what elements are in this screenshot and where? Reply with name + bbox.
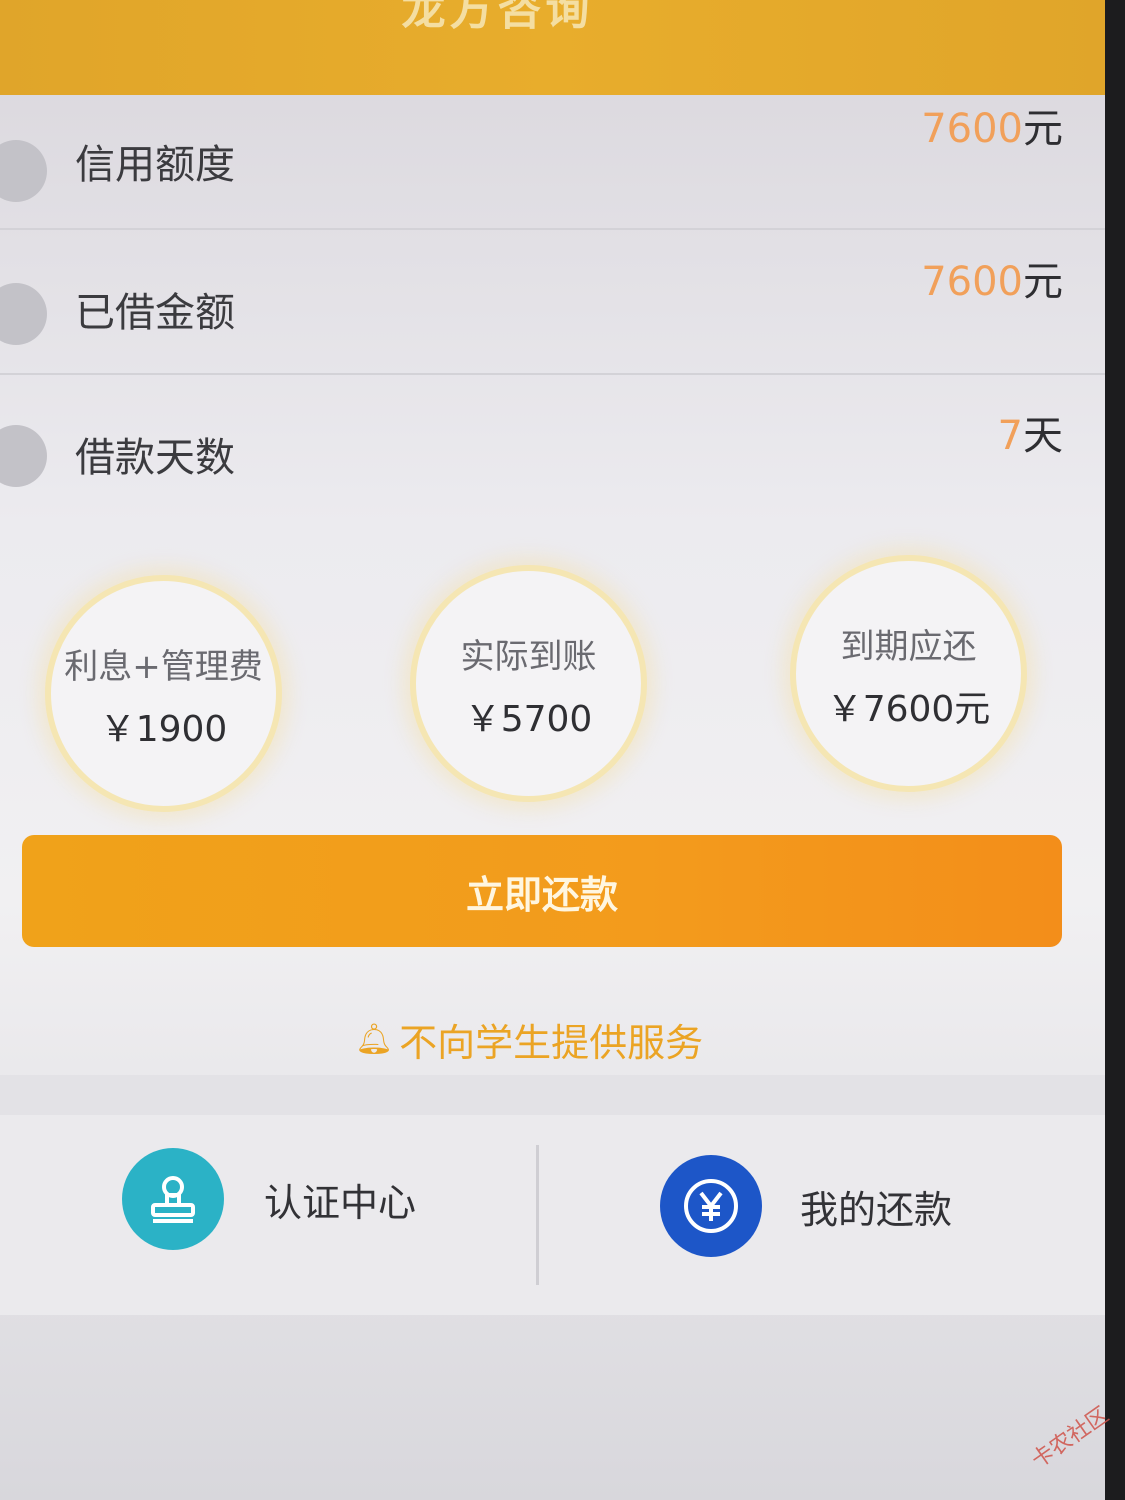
- yen-icon: [660, 1155, 762, 1257]
- due-amount-value: ￥7600元: [826, 689, 991, 730]
- actual-received-circle: 实际到账 ￥5700: [410, 565, 647, 802]
- borrowed-amount-value: 7600元: [921, 259, 1063, 305]
- borrowed-amount-label: 已借金额: [75, 290, 235, 336]
- credit-limit-label: 信用额度: [75, 142, 235, 188]
- actual-received-title: 实际到账: [460, 637, 597, 677]
- credit-icon: [0, 140, 47, 202]
- loan-days-row: 借款天数 7天: [0, 375, 1105, 525]
- interest-fee-circle: 利息+管理费 ￥1900: [45, 575, 282, 812]
- due-amount-circle: 到期应还 ￥7600元: [790, 555, 1027, 792]
- borrowed-icon: [0, 283, 47, 345]
- verification-center-button[interactable]: 认证中心: [122, 1148, 416, 1250]
- borrowed-amount-row: 已借金额 7600元: [0, 225, 1105, 375]
- interest-fee-value: ￥1900: [99, 709, 228, 750]
- student-notice: 🔔︎ 不向学生提供服务: [355, 1012, 703, 1067]
- verification-center-label: 认证中心: [264, 1180, 417, 1225]
- credit-limit-value: 7600元: [921, 106, 1063, 152]
- actual-received-value: ￥5700: [464, 699, 593, 740]
- interest-fee-title: 利息+管理费: [64, 647, 263, 687]
- watermark: 卡农社区: [1027, 1402, 1114, 1474]
- repay-now-button[interactable]: 立即还款: [22, 835, 1062, 947]
- panel-divider: [536, 1145, 539, 1285]
- bell-icon: 🔔︎: [355, 1022, 394, 1057]
- header-title: 龙方咨询: [401, 0, 594, 35]
- due-amount-title: 到期应还: [840, 627, 977, 667]
- stamp-icon: [122, 1148, 224, 1250]
- my-repayment-label: 我的还款: [800, 1187, 953, 1232]
- my-repayment-button[interactable]: 我的还款: [660, 1155, 952, 1257]
- section-separator: [0, 1075, 1105, 1115]
- notice-text: 不向学生提供服务: [399, 1021, 704, 1065]
- credit-limit-row: 信用额度 7600元: [0, 80, 1105, 230]
- loan-days-value: 7天: [997, 413, 1063, 459]
- screen-edge: [1105, 0, 1125, 1500]
- loan-days-label: 借款天数: [75, 435, 235, 481]
- clock-icon: [0, 425, 47, 487]
